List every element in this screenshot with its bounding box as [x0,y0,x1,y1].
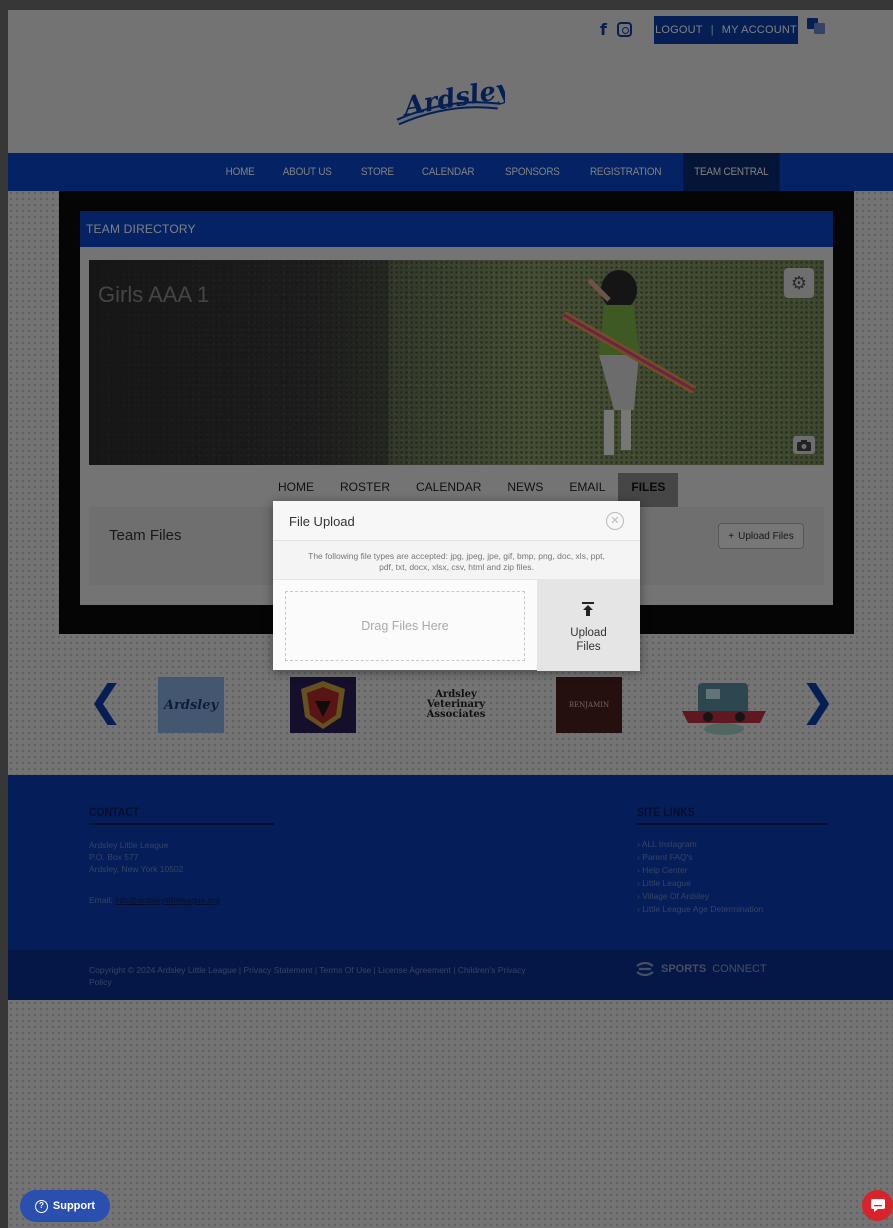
drag-files-dropzone[interactable]: Drag Files Here [285,591,525,661]
close-icon[interactable]: ✕ [606,512,624,530]
upload-files-modal-button[interactable]: Upload Files [537,580,640,671]
chat-icon[interactable] [862,1190,893,1221]
modal-header: File Upload ✕ [273,501,640,541]
support-button[interactable]: ? Support [20,1190,110,1222]
upload-files-modal-label: Upload Files [537,626,640,654]
modal-body: Drag Files Here Upload Files [273,579,640,671]
accepted-file-types-note: The following file types are accepted: j… [308,551,605,572]
upload-label-line: Files [576,641,601,653]
upload-icon [582,602,594,616]
modal-title: File Upload [289,514,355,529]
support-label: Support [52,1200,96,1212]
help-icon: ? [34,1199,48,1213]
upload-label-line: Upload [570,627,607,639]
file-upload-modal: File Upload ✕ The following file types a… [273,501,640,671]
